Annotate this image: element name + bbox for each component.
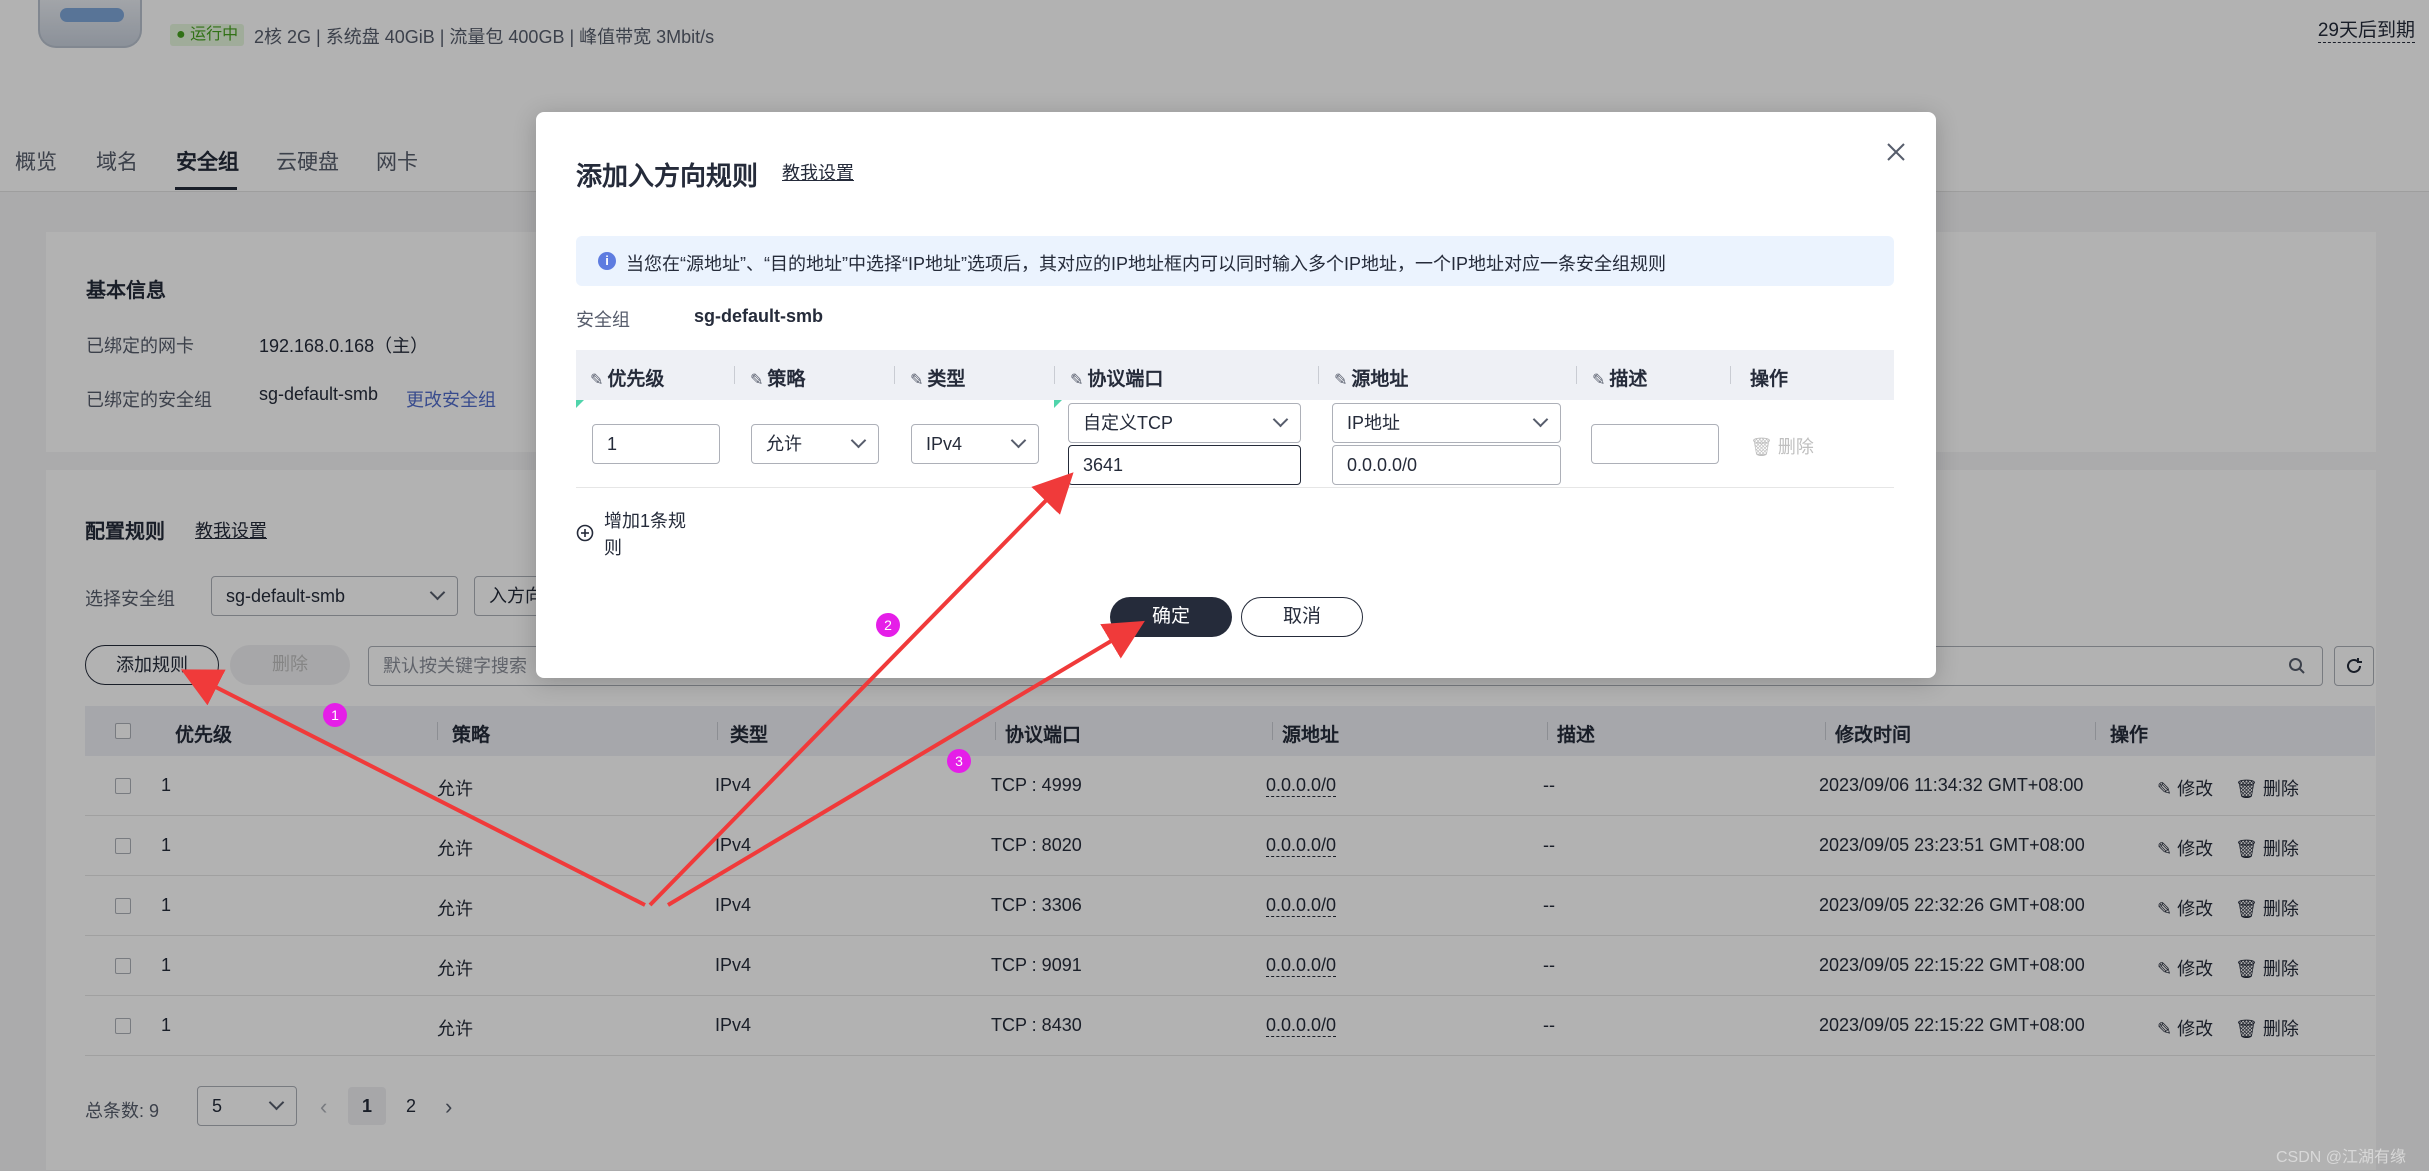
arrow-to-confirm bbox=[666, 620, 1145, 907]
step-marker-1: 1 bbox=[323, 703, 347, 727]
step-marker-2: 2 bbox=[876, 613, 900, 637]
arrow-to-add-rule bbox=[180, 669, 646, 907]
arrow-to-port-input bbox=[648, 472, 1074, 907]
step-marker-3: 3 bbox=[947, 749, 971, 773]
annotation-arrows bbox=[180, 472, 1145, 907]
watermark: CSDN @江湖有缘 bbox=[2276, 1149, 2407, 1166]
